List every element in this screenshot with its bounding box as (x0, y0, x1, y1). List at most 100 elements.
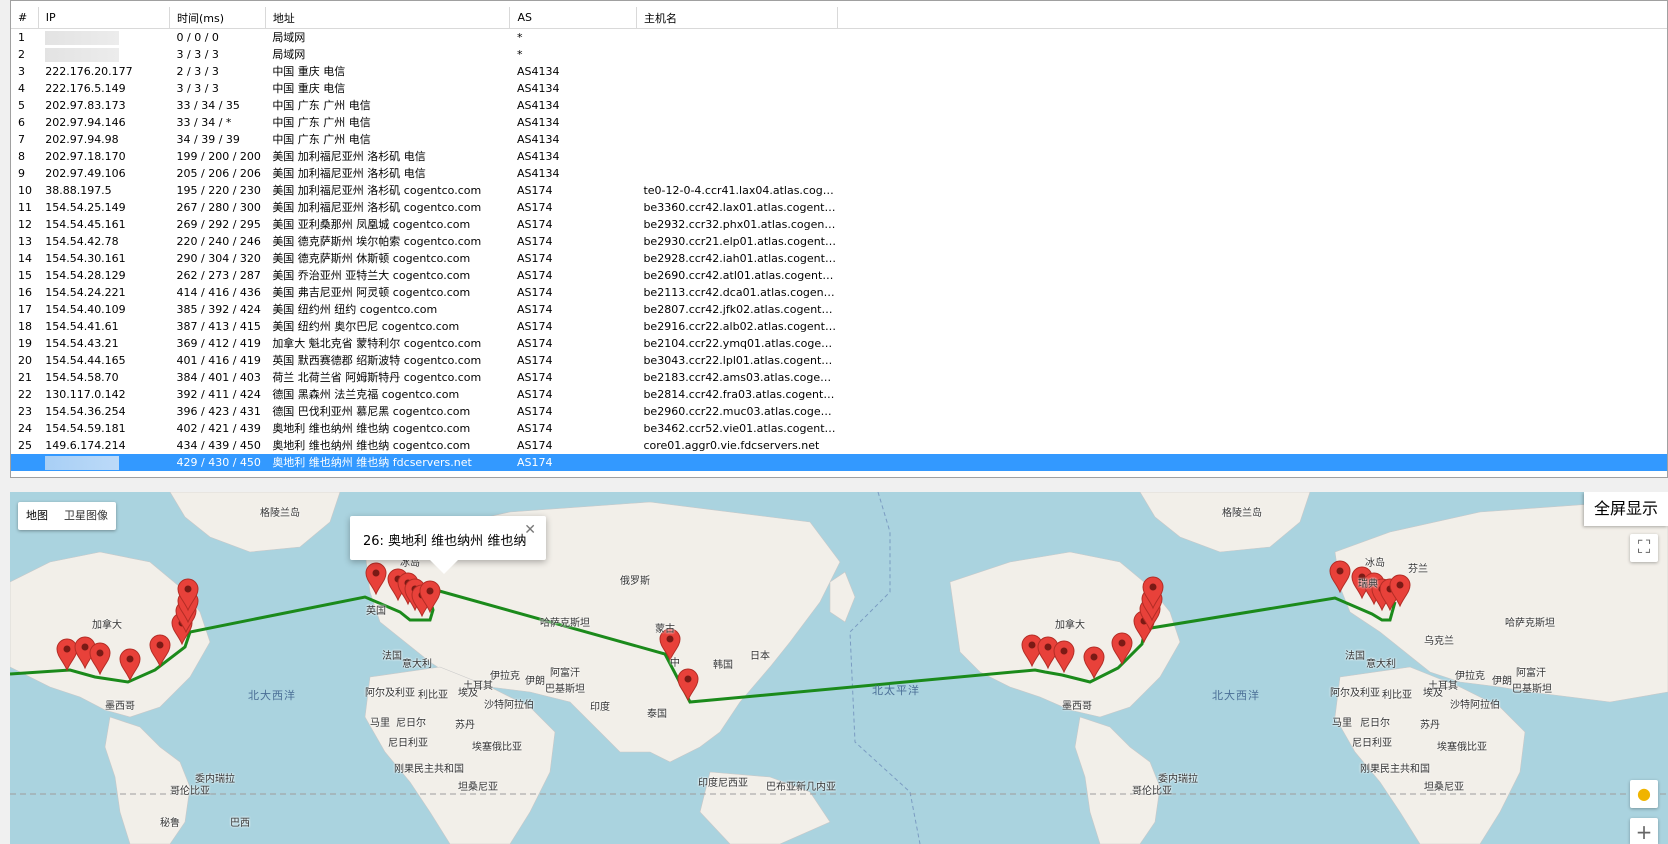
hop-number-cell: 6 (18, 116, 25, 129)
row-filler (837, 216, 1667, 233)
label-mali-left: 马里 (370, 718, 390, 729)
table-row[interactable]: 24 154.54.59.181 402 / 421 / 439 奥地利 维也纳州 维… (11, 420, 1667, 437)
hop-number-cell: 4 (18, 82, 25, 95)
table-row[interactable]: 7 202.97.94.98 34 / 39 / 39 中国 广东 广州 电信 AS41… (11, 131, 1667, 148)
time-ms-cell: 220 / 240 / 246 (176, 235, 261, 248)
label-mongolia: 蒙古 (655, 624, 675, 635)
table-row[interactable]: 23 154.54.36.254 396 / 423 / 431 德国 巴伐利亚州 慕… (11, 403, 1667, 420)
hostname-cell: be2916.ccr22.alb02.atlas.cogentco.... (643, 320, 838, 333)
map-marker-dot (684, 675, 692, 683)
table-row[interactable]: 21 154.54.58.70 384 / 401 / 403 荷兰 北荷兰省 阿姆斯… (11, 369, 1667, 386)
label-greenland-right: 格陵兰岛 (1222, 508, 1262, 519)
table-row[interactable]: 18 154.54.41.61 387 / 413 / 415 美国 纽约州 奥尔巴尼… (11, 318, 1667, 335)
table-row[interactable]: 13 154.54.42.78 220 / 240 / 246 美国 德克萨斯州 埃尔… (11, 233, 1667, 250)
label-sudan-right: 苏丹 (1420, 720, 1440, 731)
info-window-text: 26: 奥地利 维也纳州 维也纳 (363, 534, 527, 549)
table-row[interactable]: 14 154.54.30.161 290 / 304 / 320 美国 德克萨斯州 休… (11, 250, 1667, 267)
time-ms-cell: 392 / 411 / 424 (176, 388, 261, 401)
route-map[interactable]: 格陵兰岛 格陵兰岛 加拿大 加拿大 墨西哥 墨西哥 委内瑞拉 委内瑞拉 哥伦比亚… (10, 492, 1668, 844)
location-cell: 中国 广东 广州 电信 (272, 116, 371, 129)
redacted-ip-block (45, 31, 120, 45)
label-iran-right: 伊朗 (1492, 676, 1512, 687)
header-as[interactable]: AS (509, 7, 637, 29)
label-iraq-right: 伊拉克 (1455, 671, 1485, 682)
table-row[interactable]: 11 154.54.25.149 267 / 280 / 300 美国 加利福尼亚州 … (11, 199, 1667, 216)
label-mexico-right: 墨西哥 (1062, 701, 1092, 712)
label-pakistan-right: 巴基斯坦 (1512, 684, 1552, 695)
location-cell: 中国 广东 广州 电信 (272, 99, 371, 112)
table-row[interactable]: 8 202.97.18.170 199 / 200 / 200 美国 加利福尼亚州 洛… (11, 148, 1667, 165)
hostname-cell (636, 165, 837, 182)
label-sweden: 瑞典 (1358, 579, 1378, 590)
table-row[interactable]: 1 0 / 0 / 0 局域网 * (11, 29, 1667, 47)
table-row[interactable]: 4 222.176.5.149 3 / 3 / 3 中国 重庆 电信 AS4134 (11, 80, 1667, 97)
ip-address-cell: 38.88.197.5 (45, 184, 112, 197)
hop-number-cell: 14 (18, 252, 32, 265)
street-view-pegman-icon[interactable]: ● (1630, 780, 1658, 808)
trace-table-body: 1 0 / 0 / 0 局域网 * 2 3 / 3 / 3 局域网 * 3 222.176.20.… (11, 29, 1667, 471)
hostname-cell: be2807.ccr42.jfk02.atlas.cogentco.... (643, 303, 838, 316)
close-icon[interactable]: ✕ (524, 522, 536, 538)
hop-number-cell: 19 (18, 337, 32, 350)
map-marker-dot (1396, 581, 1404, 589)
ip-address-cell: 154.54.36.254 (45, 405, 126, 418)
ip-address-cell: 202.97.49.106 (45, 167, 126, 180)
table-row[interactable]: 22 130.117.0.142 392 / 411 / 424 德国 黑森州 法兰克… (11, 386, 1667, 403)
label-niger-left: 尼日尔 (396, 718, 426, 729)
table-row[interactable]: 9 202.97.49.106 205 / 206 / 206 美国 加利福尼亚州 洛… (11, 165, 1667, 182)
map-marker-dot (666, 635, 674, 643)
table-row[interactable]: 12 154.54.45.161 269 / 292 / 295 美国 亚利桑那州 凤… (11, 216, 1667, 233)
time-ms-cell: 396 / 423 / 431 (176, 405, 261, 418)
label-drc-right: 刚果民主共和国 (1360, 764, 1430, 775)
table-row[interactable]: 17 154.54.40.109 385 / 392 / 424 美国 纽约州 纽约 … (11, 301, 1667, 318)
label-algeria-right: 阿尔及利亚 (1330, 688, 1380, 699)
time-ms-cell: 429 / 430 / 450 (169, 454, 266, 471)
table-row[interactable]: 3 222.176.20.177 2 / 3 / 3 中国 重庆 电信 AS4134 (11, 63, 1667, 80)
table-row[interactable]: 20 154.54.44.165 401 / 416 / 419 英国 默西赛德郡 绍… (11, 352, 1667, 369)
table-row[interactable]: 5 202.97.83.173 33 / 34 / 35 中国 广东 广州 电信 AS4… (11, 97, 1667, 114)
hostname-cell (636, 131, 837, 148)
header-ip[interactable]: IP (38, 7, 171, 29)
header-hop[interactable]: # (11, 7, 39, 29)
label-brazil: 巴西 (230, 818, 250, 829)
label-egypt-right: 埃及 (1423, 688, 1443, 699)
hop-number-cell: 21 (18, 371, 32, 384)
time-ms-cell: 369 / 412 / 419 (176, 337, 261, 350)
label-finland: 芬兰 (1408, 564, 1428, 575)
table-row[interactable]: 6 202.97.94.146 33 / 34 / * 中国 广东 广州 电信 AS41… (11, 114, 1667, 131)
table-row[interactable]: 19 154.54.43.21 369 / 412 / 419 加拿大 魁北克省 蒙特… (11, 335, 1667, 352)
hostname-cell (636, 80, 837, 97)
row-filler (837, 420, 1667, 437)
map-type-control: 地图 卫星图像 (18, 502, 116, 530)
ip-address-cell: 222.176.5.149 (45, 82, 126, 95)
hop-number-cell: 20 (18, 354, 32, 367)
table-row[interactable]: 10 38.88.197.5 195 / 220 / 230 美国 加利福尼亚州 洛杉… (11, 182, 1667, 199)
table-row[interactable]: 429 / 430 / 450 奥地利 维也纳州 维也纳 fdcservers.n… (11, 454, 1667, 471)
hostname-cell (636, 63, 837, 80)
table-row[interactable]: 25 149.6.174.214 434 / 439 / 450 奥地利 维也纳州 维… (11, 437, 1667, 454)
header-hostname[interactable]: 主机名 (636, 7, 838, 29)
fullscreen-toggle-icon[interactable]: ⛶ (1630, 534, 1658, 562)
label-colombia-left: 哥伦比亚 (170, 786, 210, 797)
time-ms-cell: 3 / 3 / 3 (176, 82, 219, 95)
row-filler (837, 80, 1667, 97)
label-russia: 俄罗斯 (620, 576, 650, 587)
row-filler (837, 46, 1667, 63)
label-north-atlantic-left: 北大西洋 (248, 689, 296, 702)
row-filler (837, 403, 1667, 420)
label-italy-right: 意大利 (1366, 659, 1396, 670)
map-type-roadmap-button[interactable]: 地图 (18, 502, 56, 530)
map-type-satellite-button[interactable]: 卫星图像 (56, 502, 116, 530)
table-row[interactable]: 2 3 / 3 / 3 局域网 * (11, 46, 1667, 63)
header-time[interactable]: 时间(ms) (169, 7, 266, 29)
hostname-cell: be2932.ccr32.phx01.atlas.cogentco.... (643, 218, 838, 231)
as-number-cell: * (516, 48, 523, 61)
table-row[interactable]: 16 154.54.24.221 414 / 416 / 436 美国 弗吉尼亚州 阿… (11, 284, 1667, 301)
zoom-in-button[interactable]: + (1630, 818, 1658, 844)
as-number-cell: AS4134 (516, 99, 560, 112)
fullscreen-button[interactable]: 全屏显示 (1583, 492, 1668, 526)
table-row[interactable]: 15 154.54.28.129 262 / 273 / 287 美国 乔治亚州 亚特… (11, 267, 1667, 284)
header-address[interactable]: 地址 (265, 7, 511, 29)
hostname-cell (636, 114, 837, 131)
label-iceland-right: 冰岛 (1365, 558, 1385, 569)
